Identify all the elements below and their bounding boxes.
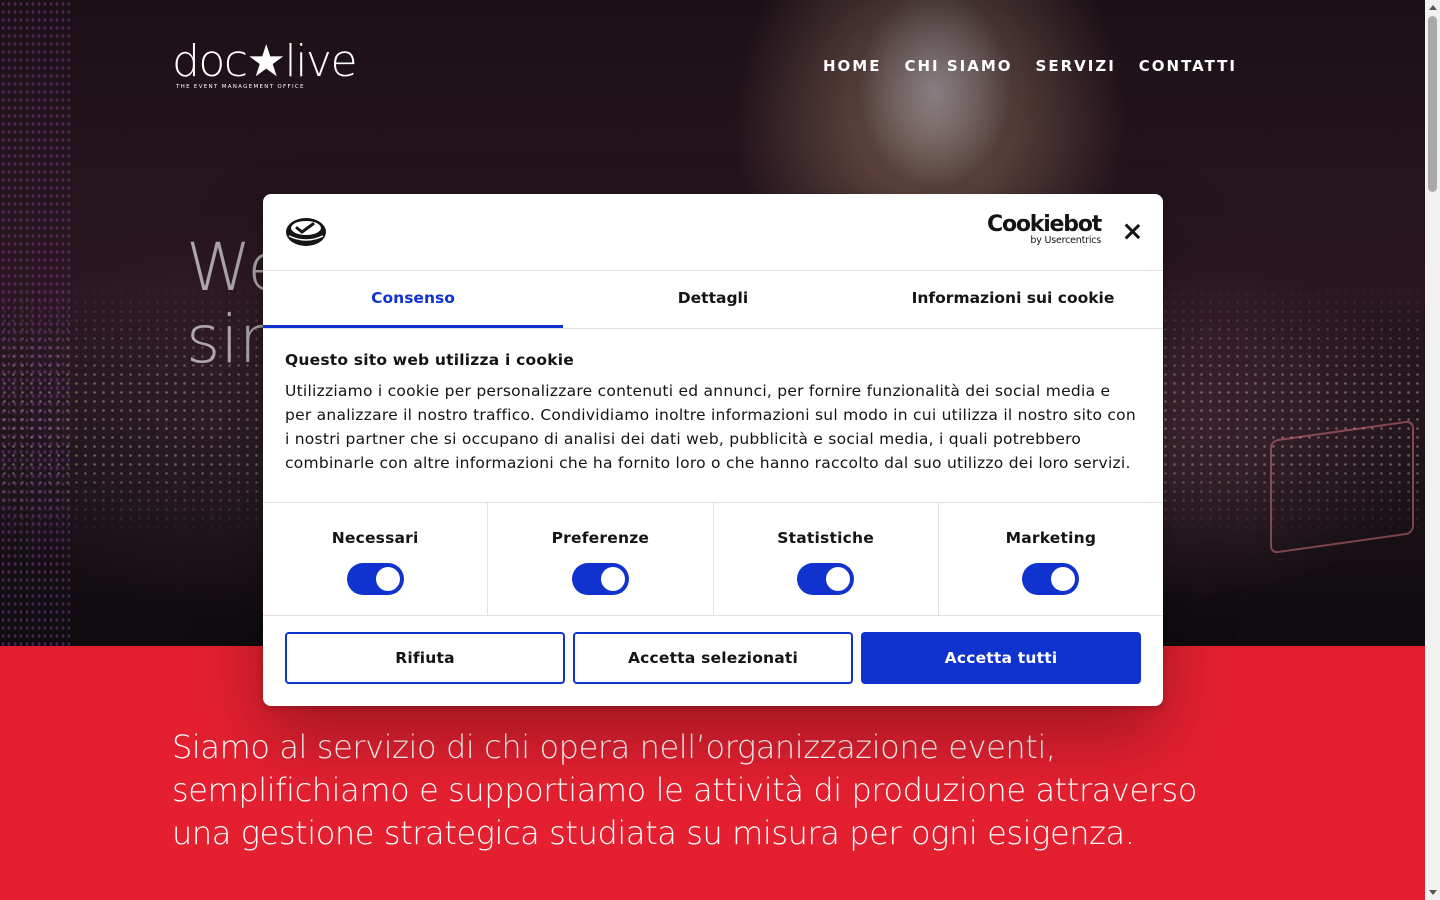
site-logo[interactable]: doc★live THE EVENT MANAGEMENT OFFICE bbox=[172, 36, 358, 91]
nav-servizi[interactable]: SERVIZI bbox=[1036, 57, 1116, 75]
cookiebot-logo[interactable]: Cookiebot by Usercentrics bbox=[987, 212, 1102, 247]
switch-knob bbox=[375, 567, 400, 591]
consent-toggles: Necessari Preferenze Statistiche Marketi… bbox=[263, 503, 1163, 616]
toggle-preferenze: Preferenze bbox=[488, 503, 714, 615]
switch-knob bbox=[826, 567, 851, 591]
accept-selected-button[interactable]: Accetta selezionati bbox=[573, 632, 853, 684]
toggle-label: Marketing bbox=[1005, 529, 1097, 547]
cookiebot-brand: Cookiebot bbox=[987, 212, 1102, 237]
scroll-down-icon[interactable] bbox=[1429, 890, 1437, 895]
accept-all-button[interactable]: Accetta tutti bbox=[861, 632, 1141, 684]
dialog-header: Cookiebot by Usercentrics bbox=[263, 194, 1163, 271]
cookie-consent-dialog: Cookiebot by Usercentrics Consenso Detta… bbox=[263, 194, 1163, 706]
reject-button[interactable]: Rifiuta bbox=[285, 632, 565, 684]
close-icon[interactable] bbox=[1121, 220, 1143, 242]
dialog-description: Utilizziamo i cookie per personalizzare … bbox=[285, 382, 1136, 472]
nav-chi-siamo[interactable]: CHI SIAMO bbox=[904, 57, 1012, 75]
cookie-icon bbox=[285, 216, 327, 252]
scroll-up-icon[interactable] bbox=[1429, 5, 1437, 10]
dialog-actions: Rifiuta Accetta selezionati Accetta tutt… bbox=[263, 616, 1163, 684]
dialog-body: Questo sito web utilizza i cookie Utiliz… bbox=[263, 329, 1163, 503]
necessari-switch[interactable] bbox=[346, 563, 404, 595]
toggle-statistiche: Statistiche bbox=[714, 503, 939, 615]
dialog-heading: Questo sito web utilizza i cookie bbox=[285, 351, 574, 369]
nav-home[interactable]: HOME bbox=[823, 57, 881, 75]
tab-dettagli[interactable]: Dettagli bbox=[563, 271, 863, 328]
switch-knob bbox=[600, 567, 625, 591]
scroll-thumb[interactable] bbox=[1428, 16, 1437, 192]
marketing-switch[interactable] bbox=[1022, 563, 1080, 595]
dialog-tabs: Consenso Dettagli Informazioni sui cooki… bbox=[263, 271, 1163, 329]
logo-wordmark: doc★live bbox=[172, 36, 358, 87]
page-scrollbar[interactable] bbox=[1425, 0, 1440, 900]
tab-consenso[interactable]: Consenso bbox=[263, 271, 563, 328]
preferenze-switch[interactable] bbox=[571, 563, 629, 595]
tab-informazioni[interactable]: Informazioni sui cookie bbox=[863, 271, 1163, 328]
statistiche-switch[interactable] bbox=[797, 563, 855, 595]
main-nav: HOME CHI SIAMO SERVIZI CONTATTI bbox=[823, 57, 1237, 75]
switch-knob bbox=[1051, 567, 1076, 591]
intro-text: Siamo al servizio di chi opera nell’orga… bbox=[172, 728, 1197, 852]
toggle-label: Preferenze bbox=[551, 529, 650, 547]
toggle-necessari: Necessari bbox=[263, 503, 489, 615]
toggle-label: Statistiche bbox=[777, 529, 874, 547]
stage-speaker-image bbox=[1270, 419, 1414, 555]
toggle-marketing: Marketing bbox=[939, 503, 1163, 615]
nav-contatti[interactable]: CONTATTI bbox=[1139, 57, 1237, 75]
toggle-label: Necessari bbox=[331, 529, 419, 547]
